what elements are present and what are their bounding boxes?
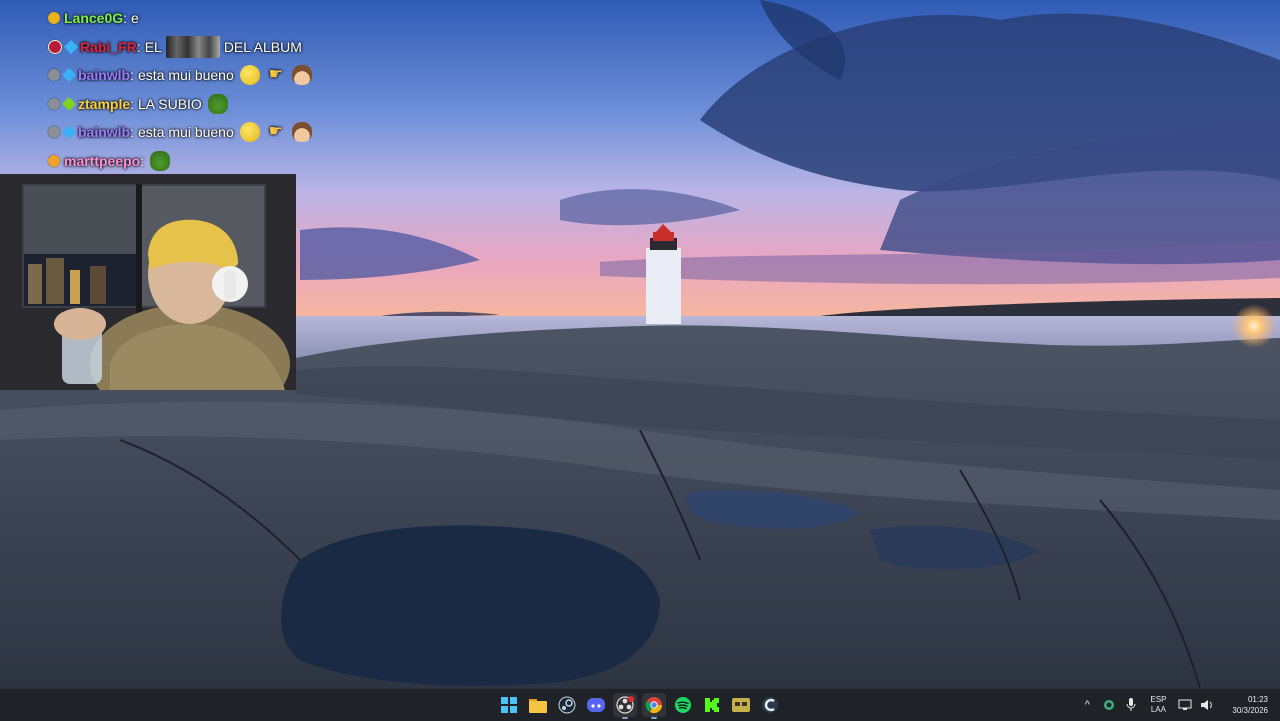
file-explorer-icon — [529, 699, 547, 713]
system-clock[interactable]: 01:23 30/3/2026 — [1232, 694, 1268, 716]
clock-time: 01:23 — [1247, 695, 1268, 704]
pointing-hand-emote-icon: ☛ — [268, 66, 283, 84]
chat-text: DEL ALBUM — [223, 38, 302, 55]
discord-button[interactable] — [584, 693, 608, 717]
steam-button[interactable] — [555, 693, 579, 717]
volume-icon[interactable] — [1199, 697, 1215, 713]
kick-icon — [705, 698, 719, 712]
image-emote-icon — [165, 35, 220, 58]
chat-text: EL — [144, 38, 162, 55]
moderator-badge-icon — [48, 39, 62, 54]
chrome-icon — [645, 697, 663, 714]
file-explorer-button[interactable] — [526, 693, 550, 717]
chat-message: Rabi_FR: EL DEL ALBUM — [40, 33, 340, 62]
subscriber-badge-icon — [61, 125, 77, 140]
chat-text: esta mui bueno — [138, 124, 234, 141]
chat-message: Lance0G: e — [40, 4, 340, 33]
discord-icon — [587, 698, 605, 712]
network-icon[interactable] — [1177, 697, 1193, 713]
yellow-emote-icon — [239, 122, 260, 143]
subscriber-badge-icon — [61, 68, 77, 83]
system-tray: ^ ESP LAA 01:23 30/3/2026 — [1076, 689, 1280, 721]
keyboard-layout: LAA — [1150, 705, 1166, 714]
ccleaner-icon — [762, 697, 778, 713]
chrome-button[interactable] — [642, 693, 666, 719]
windows-start-icon — [501, 697, 517, 713]
chat-username: Lance0G — [64, 10, 124, 27]
chat-username: bainwlb — [78, 124, 131, 141]
chat-text: e — [131, 10, 139, 27]
chat-text: esta mui bueno — [138, 67, 234, 84]
show-hidden-icons-chevron-icon[interactable]: ^ — [1079, 697, 1095, 713]
gold-badge-icon — [48, 12, 60, 25]
stream-chat-overlay: Lance0G: e Rabi_FR: EL DEL ALBUM bainwlb… — [40, 4, 340, 175]
chat-message: marttpeepo: — [40, 147, 340, 176]
tray-app-icon[interactable] — [1101, 697, 1117, 713]
notes-app-icon — [732, 698, 750, 712]
chat-username: marttpeepo — [64, 152, 141, 169]
gray-badge-icon — [48, 69, 60, 82]
windows-start-button[interactable] — [497, 693, 521, 717]
webcam-feed — [0, 174, 296, 390]
obs-button[interactable] — [613, 693, 637, 719]
notes-app-button[interactable] — [729, 693, 753, 717]
clock-date: 30/3/2026 — [1232, 706, 1268, 715]
microphone-icon[interactable] — [1123, 697, 1139, 713]
gray-badge-icon — [48, 126, 60, 139]
gray-badge-icon — [48, 97, 60, 110]
kick-button[interactable] — [700, 693, 724, 717]
taskbar-apps — [497, 693, 782, 719]
language-indicator[interactable]: ESP LAA — [1150, 695, 1166, 715]
spotify-button[interactable] — [671, 693, 695, 717]
pointing-hand-emote-icon: ☛ — [268, 123, 283, 141]
ccleaner-button[interactable] — [758, 693, 782, 717]
chat-username: Rabi_FR — [80, 38, 137, 55]
chat-username: ztample — [78, 95, 131, 112]
steam-icon — [558, 696, 576, 714]
taskbar: ^ ESP LAA 01:23 30/3/2026 — [0, 688, 1280, 721]
pepe-emote-icon — [207, 93, 228, 114]
subscriber-badge-icon — [61, 96, 77, 111]
chat-message: bainwlb: esta mui bueno ☛ — [40, 118, 340, 147]
obs-icon — [616, 696, 634, 714]
chat-text: LA SUBIO — [138, 95, 202, 112]
chat-message: bainwlb: esta mui bueno ☛ — [40, 61, 340, 90]
cowboy-emote-icon — [291, 65, 312, 86]
orange-badge-icon — [48, 154, 60, 167]
chat-username: bainwlb — [78, 67, 131, 84]
yellow-emote-icon — [239, 65, 260, 86]
chat-message: ztample: LA SUBIO — [40, 90, 340, 119]
language-code: ESP — [1150, 695, 1167, 704]
spotify-icon — [675, 697, 691, 713]
cowboy-emote-icon — [291, 122, 312, 143]
subscriber-badge-icon — [63, 39, 79, 54]
pepe-emote-icon — [150, 150, 171, 171]
